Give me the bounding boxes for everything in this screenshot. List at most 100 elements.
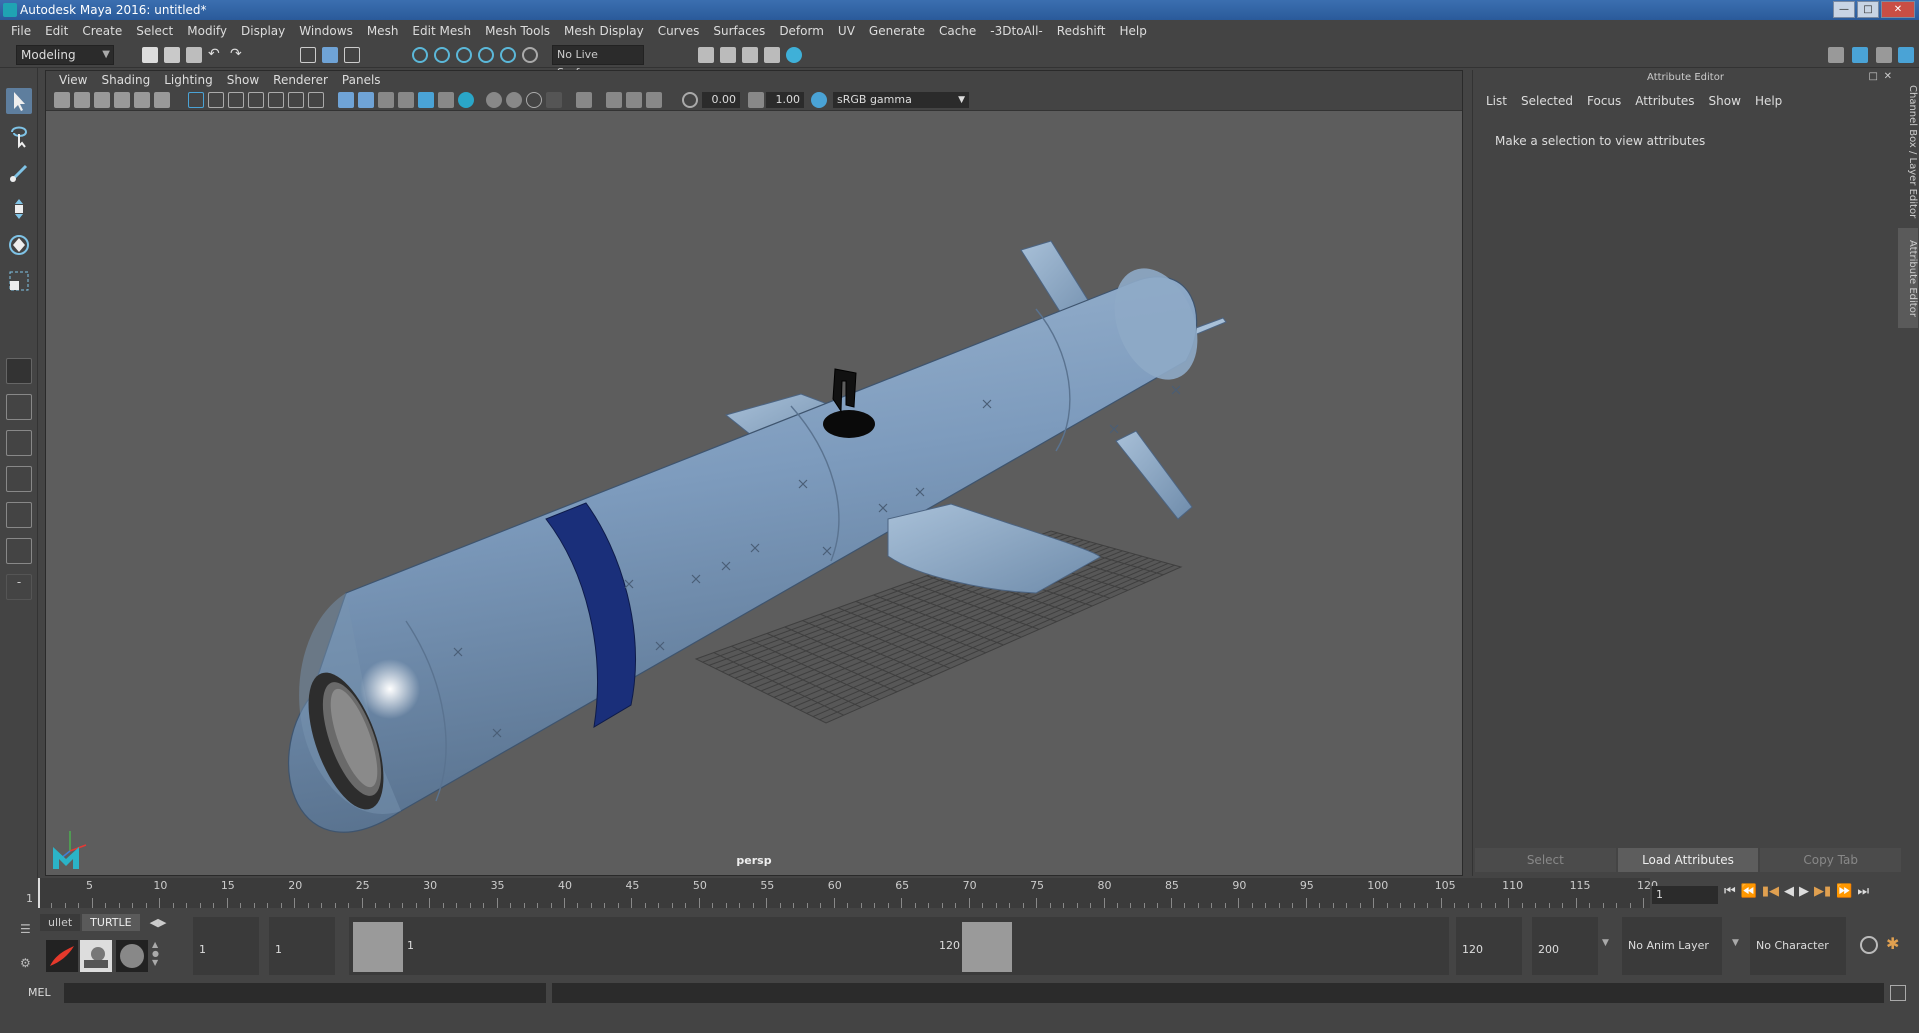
attr-menu-list[interactable]: List <box>1479 94 1514 108</box>
attr-menu-help[interactable]: Help <box>1748 94 1789 108</box>
camera-icon[interactable] <box>54 92 70 108</box>
select-tool-icon[interactable] <box>6 88 32 114</box>
playback-start-field[interactable]: 1 <box>269 917 335 975</box>
modeling-toolkit-icon[interactable] <box>1828 47 1844 63</box>
start-frame-field[interactable]: 1 <box>193 917 259 975</box>
bookmark-icon[interactable] <box>94 92 110 108</box>
close-button[interactable]: ✕ <box>1881 1 1915 18</box>
exposure-field[interactable]: 0.00 <box>702 92 740 108</box>
attribute-editor-tab[interactable]: Attribute Editor <box>1898 228 1918 328</box>
current-frame-field[interactable]: 1 <box>1652 886 1718 904</box>
step-forward-frame-icon[interactable]: ▶▮ <box>1814 884 1831 899</box>
viewport-menu-lighting[interactable]: Lighting <box>157 73 220 87</box>
screen-space-ao-icon[interactable] <box>458 92 474 108</box>
scale-tool-icon[interactable] <box>6 268 32 294</box>
menu-display[interactable]: Display <box>234 24 292 38</box>
persp-outliner-layout-icon[interactable] <box>6 430 32 456</box>
save-scene-icon[interactable] <box>186 47 202 63</box>
select-object-icon[interactable] <box>322 47 338 63</box>
sphere-shelf-icon[interactable] <box>116 940 148 972</box>
play-backward-icon[interactable]: ◀ <box>1784 884 1794 899</box>
xray-icon[interactable] <box>576 92 592 108</box>
viewport-menu-shading[interactable]: Shading <box>94 73 157 87</box>
float-panel-icon[interactable]: □ <box>1869 71 1878 82</box>
textured-icon[interactable] <box>398 92 414 108</box>
menu-redshift[interactable]: Redshift <box>1050 24 1113 38</box>
menu-create[interactable]: Create <box>75 24 129 38</box>
render-shelf-icon[interactable] <box>80 940 112 972</box>
viewport-menu-show[interactable]: Show <box>220 73 266 87</box>
maximize-button[interactable]: □ <box>1857 1 1879 18</box>
menu-deform[interactable]: Deform <box>772 24 831 38</box>
go-to-end-icon[interactable]: ⏭ <box>1857 884 1869 899</box>
gamma-field[interactable]: 1.00 <box>766 92 804 108</box>
menu-generate[interactable]: Generate <box>862 24 932 38</box>
depth-of-field-icon[interactable] <box>526 92 542 108</box>
range-slider[interactable]: 1 120 <box>349 917 1449 975</box>
gate-mask-icon[interactable] <box>248 92 264 108</box>
viewport-menu-view[interactable]: View <box>52 73 94 87</box>
snap-live-icon[interactable] <box>522 47 538 63</box>
play-forward-icon[interactable]: ▶ <box>1799 884 1809 899</box>
menu-modify[interactable]: Modify <box>180 24 234 38</box>
menu-help[interactable]: Help <box>1112 24 1153 38</box>
menu-mesh-tools[interactable]: Mesh Tools <box>478 24 557 38</box>
playback-end-field[interactable]: 120 <box>1456 917 1522 975</box>
attr-menu-show[interactable]: Show <box>1702 94 1748 108</box>
xray-active-icon[interactable] <box>626 92 642 108</box>
paint-select-tool-icon[interactable] <box>6 160 32 186</box>
menu-curves[interactable]: Curves <box>651 24 707 38</box>
render-settings-icon[interactable] <box>698 47 714 63</box>
film-gate-icon[interactable] <box>208 92 224 108</box>
wireframe-on-shaded-icon[interactable] <box>378 92 394 108</box>
fire-shelf-icon[interactable] <box>46 940 78 972</box>
shelf-menu-icon[interactable]: ☰ <box>20 922 34 936</box>
menu-select[interactable]: Select <box>129 24 180 38</box>
attribute-editor-toggle-icon[interactable] <box>1852 47 1868 63</box>
color-space-dropdown[interactable]: sRGB gamma ▼ <box>833 92 969 108</box>
time-slider[interactable]: 5 10 15 20 25 30 35 40 45 50 55 60 65 70 75 80 85 90 95 100… <box>26 878 1658 908</box>
move-tool-icon[interactable] <box>6 196 32 222</box>
menu-file[interactable]: File <box>4 24 38 38</box>
exposure-icon[interactable] <box>682 92 698 108</box>
step-back-key-icon[interactable]: ⏪ <box>1741 884 1757 899</box>
range-start-handle[interactable] <box>353 922 403 972</box>
script-editor-icon[interactable] <box>1890 985 1906 1001</box>
ipr-render-icon[interactable] <box>742 47 758 63</box>
snap-view-plane-icon[interactable] <box>478 47 494 63</box>
2d-pan-zoom-icon[interactable] <box>134 92 150 108</box>
live-surface-field[interactable]: No Live Surface <box>552 45 644 79</box>
motion-blur-icon[interactable] <box>486 92 502 108</box>
render-view-icon[interactable] <box>720 47 736 63</box>
hypershade-layout-icon[interactable] <box>6 538 32 564</box>
menu-edit-mesh[interactable]: Edit Mesh <box>405 24 478 38</box>
menu-mesh[interactable]: Mesh <box>360 24 406 38</box>
layout-more-icon[interactable]: - <box>6 574 32 600</box>
auto-key-icon[interactable] <box>1860 936 1878 954</box>
wireframe-icon[interactable] <box>338 92 354 108</box>
smooth-shade-icon[interactable] <box>358 92 374 108</box>
shelf-scroll-icon[interactable]: ◀▶ <box>142 914 175 931</box>
camera-attr-icon[interactable] <box>74 92 90 108</box>
lasso-tool-icon[interactable] <box>6 124 32 150</box>
attr-menu-selected[interactable]: Selected <box>1514 94 1580 108</box>
viewport-menu-panels[interactable]: Panels <box>335 73 388 87</box>
grid-toggle-icon[interactable] <box>188 92 204 108</box>
viewport-menu-renderer[interactable]: Renderer <box>266 73 335 87</box>
persp-graph-layout-icon[interactable] <box>6 466 32 492</box>
close-icon[interactable]: ✕ <box>1884 71 1892 82</box>
scene-canvas[interactable] <box>46 111 1464 875</box>
copy-tab-button[interactable]: Copy Tab <box>1760 848 1902 872</box>
snap-surface-icon[interactable] <box>500 47 516 63</box>
mel-label[interactable]: MEL <box>28 986 51 999</box>
safe-title-icon[interactable] <box>308 92 324 108</box>
mode-selector[interactable]: Modeling ▼ <box>16 45 114 65</box>
current-time-marker[interactable] <box>38 878 40 908</box>
menu-cache[interactable]: Cache <box>932 24 983 38</box>
minimize-button[interactable]: — <box>1833 1 1855 18</box>
snap-grid-icon[interactable] <box>412 47 428 63</box>
new-scene-icon[interactable] <box>142 47 158 63</box>
chevron-down-icon[interactable]: ▼ <box>1602 938 1609 948</box>
hypershade-icon[interactable] <box>786 47 802 63</box>
channel-box-tab[interactable]: Channel Box / Layer Editor <box>1898 82 1918 222</box>
